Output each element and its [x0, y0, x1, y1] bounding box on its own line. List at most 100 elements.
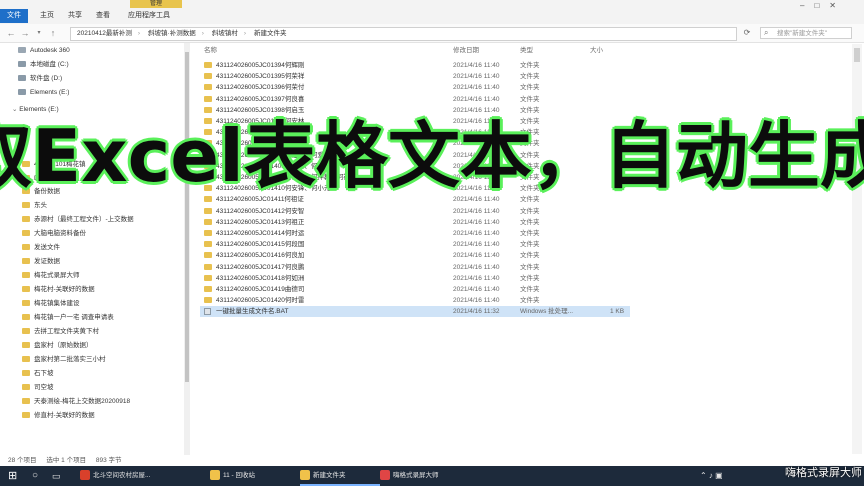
sidebar-item-drive-c[interactable]: 本地磁盘 (C:) [18, 59, 69, 70]
breadcrumb-0[interactable]: 20210412最新补测 [77, 28, 132, 40]
sidebar-item-folder[interactable]: 梅花村-关联好的数据 [22, 284, 95, 295]
sidebar-item-drive-d[interactable]: 软件盘 (D:) [18, 73, 62, 84]
sidebar-item-folder[interactable]: 天泰测绘-梅花上交数据20200918 [22, 396, 130, 407]
folder-icon [204, 263, 212, 270]
file-row[interactable]: 431124026005JC01394何辉刚 2021/4/16 11:40 文件夹 [200, 60, 630, 71]
search-input[interactable]: 搜索"新建文件夹" [760, 27, 852, 39]
file-name: 431124026005JC01417何良鹏 [216, 263, 305, 271]
sidebar-item-folder[interactable]: 赤源村（最终工程文件）-上交数据 [22, 214, 134, 225]
file-row[interactable]: 431124026005JC01420何时雷 2021/4/16 11:40 文件夹 [200, 295, 630, 306]
folder-icon [22, 286, 30, 293]
chevron-down-icon[interactable]: ▾ [34, 27, 44, 39]
start-icon[interactable]: ⊞ [8, 466, 17, 486]
sidebar-item-folder[interactable]: 梅花式录屏大师 [22, 270, 80, 281]
file-name: 431124026005JC01413何祖正 [216, 218, 305, 226]
sidebar-item-folder[interactable]: 发送文件 [22, 242, 60, 253]
folder-icon [204, 286, 212, 292]
file-row[interactable]: 431124026005JC01413何祖正 2021/4/16 11:40 文件夹 [200, 217, 630, 228]
file-name: 431124026005JC01419曲德司 [216, 286, 305, 293]
file-name: 431124026005JC01396何荣付 [216, 84, 305, 92]
file-row[interactable]: 431124026005JC01397何良喜 2021/4/16 11:40 文件夹 [200, 94, 630, 105]
taskbar-app-browser[interactable]: 北斗空间农村房屋... [80, 466, 200, 486]
video-caption: 取Excel表格文本，自动生成 [0, 114, 864, 198]
sidebar-item-folder[interactable]: 盘家村（原始数据） [22, 340, 93, 351]
column-type[interactable]: 类型 [520, 44, 533, 54]
file-name: 431124026005JC01395何荣祥 [216, 73, 305, 81]
address-bar[interactable]: 20210412最新补测 › 斜坡镇·补测数据 › 斜坡镇村 › 新建文件夹 [70, 27, 737, 41]
sidebar-item-folder[interactable]: 修直村-关联好的数据 [22, 410, 95, 421]
sidebar-item-autodesk[interactable]: Autodesk 360 [18, 45, 70, 56]
column-size[interactable]: 大小 [590, 44, 603, 54]
file-name: 431124026005JC01412何安智 [216, 207, 305, 215]
up-icon[interactable]: ↑ [48, 27, 58, 39]
sidebar-item-folder[interactable]: 梅花镇集体建设 [22, 298, 80, 309]
back-icon[interactable]: ← [6, 27, 16, 39]
drive-icon [18, 61, 26, 68]
task-view-icon[interactable]: ▭ [52, 466, 61, 486]
file-row[interactable]: 431124026005JC01412何安智 2021/4/16 11:40 文件夹 [200, 206, 630, 217]
forward-icon[interactable]: → [20, 27, 30, 39]
sidebar-item-folder[interactable]: 发证数据 [22, 256, 60, 267]
tab-view[interactable]: 查看 [96, 9, 110, 23]
file-row[interactable]: 431124026005JC01414何时运 2021/4/16 11:40 文件夹 [200, 228, 630, 239]
file-type: 文件夹 [520, 84, 540, 92]
file-row[interactable]: 431124026005JC01416何良加 2021/4/16 11:40 文件夹 [200, 250, 630, 261]
file-name: 431124026005JC01414何时运 [216, 230, 305, 237]
sidebar-item-folder[interactable]: 石下坡 [22, 368, 54, 379]
sidebar-item-folder[interactable]: 司空坡 [22, 382, 54, 393]
tab-app-tools[interactable]: 应用程序工具 [128, 9, 170, 23]
tray-icons[interactable]: ⌃ ♪ ▣ [700, 466, 723, 486]
file-row[interactable]: 431124026005JC01418何如洲 2021/4/16 11:40 文件夹 [200, 273, 630, 284]
sidebar-item-drive-e[interactable]: Elements (E:) [18, 87, 69, 98]
batch-file-icon [204, 308, 211, 316]
sidebar-item-folder[interactable]: 梅花镇一户一宅 调查申请表 [22, 312, 114, 323]
file-type: 文件夹 [520, 218, 540, 226]
file-row[interactable]: 一键批量生成文件名.BAT 2021/4/16 11:32 Windows 批处理.… [200, 306, 630, 318]
file-type: 文件夹 [520, 95, 540, 103]
taskbar-app-recycle[interactable]: 11 - 回收站 [210, 466, 300, 486]
minimize-icon[interactable]: – [800, 1, 814, 10]
breadcrumb-1[interactable]: 斜坡镇·补测数据 [148, 28, 196, 40]
folder-icon [204, 207, 212, 214]
window-controls[interactable]: –□✕ [800, 1, 846, 10]
sidebar-item-folder[interactable]: 大脑电脑资料备份 [22, 228, 86, 239]
folder-icon [210, 470, 220, 481]
tab-file[interactable]: 文件 [0, 9, 28, 23]
column-name[interactable]: 名称 [204, 44, 217, 54]
sidebar-scroll-thumb[interactable] [185, 52, 189, 382]
column-modified[interactable]: 修改日期 [453, 44, 479, 54]
file-name: 一键批量生成文件名.BAT [216, 308, 289, 316]
folder-icon [204, 241, 212, 248]
file-date: 2021/4/16 11:40 [453, 297, 500, 305]
sidebar-item-folder[interactable]: 盘家村第二批落实三小村 [22, 354, 106, 365]
file-list-scroll-thumb[interactable] [854, 48, 860, 62]
folder-icon [22, 342, 30, 349]
breadcrumb-2[interactable]: 斜坡镇村 [212, 28, 238, 40]
refresh-icon[interactable]: ⟳ [740, 27, 754, 39]
file-row[interactable]: 431124026005JC01396何荣付 2021/4/16 11:40 文件夹 [200, 82, 630, 93]
file-type: 文件夹 [520, 274, 540, 282]
file-type: 文件夹 [520, 207, 540, 215]
app-icon [80, 470, 90, 481]
tab-share[interactable]: 共享 [68, 9, 82, 23]
file-date: 2021/4/16 11:40 [453, 274, 500, 282]
file-row[interactable]: 431124026005JC01419曲德司 2021/4/16 11:40 文件夹 [200, 284, 630, 295]
file-list-scrollbar[interactable] [852, 44, 862, 454]
taskbar-app-folder[interactable]: 新建文件夹 [300, 466, 380, 486]
close-icon[interactable]: ✕ [829, 1, 846, 10]
sidebar-item-folder[interactable]: 去拼工程文件夹黄下村 [22, 326, 99, 337]
search-icon[interactable]: ○ [32, 466, 38, 486]
taskbar-app-recorder[interactable]: 嗨格式录屏大师 [380, 466, 480, 486]
folder-icon [204, 218, 212, 225]
maximize-icon[interactable]: □ [814, 1, 829, 10]
tab-home[interactable]: 主页 [40, 9, 54, 23]
folder-icon [22, 300, 30, 307]
file-row[interactable]: 431124026005JC01395何荣祥 2021/4/16 11:40 文件夹 [200, 71, 630, 82]
status-bar: 28 个项目 选中 1 个项目 893 字节 [0, 455, 864, 466]
file-type: 文件夹 [520, 297, 540, 305]
item-count: 28 个项目 [8, 457, 37, 464]
file-row[interactable]: 431124026005JC01417何良鹏 2021/4/16 11:40 文件夹 [200, 262, 630, 273]
breadcrumb-3[interactable]: 新建文件夹 [254, 28, 287, 40]
file-row[interactable]: 431124026005JC01415何段国 2021/4/16 11:40 文件夹 [200, 239, 630, 250]
folder-icon [204, 62, 212, 68]
